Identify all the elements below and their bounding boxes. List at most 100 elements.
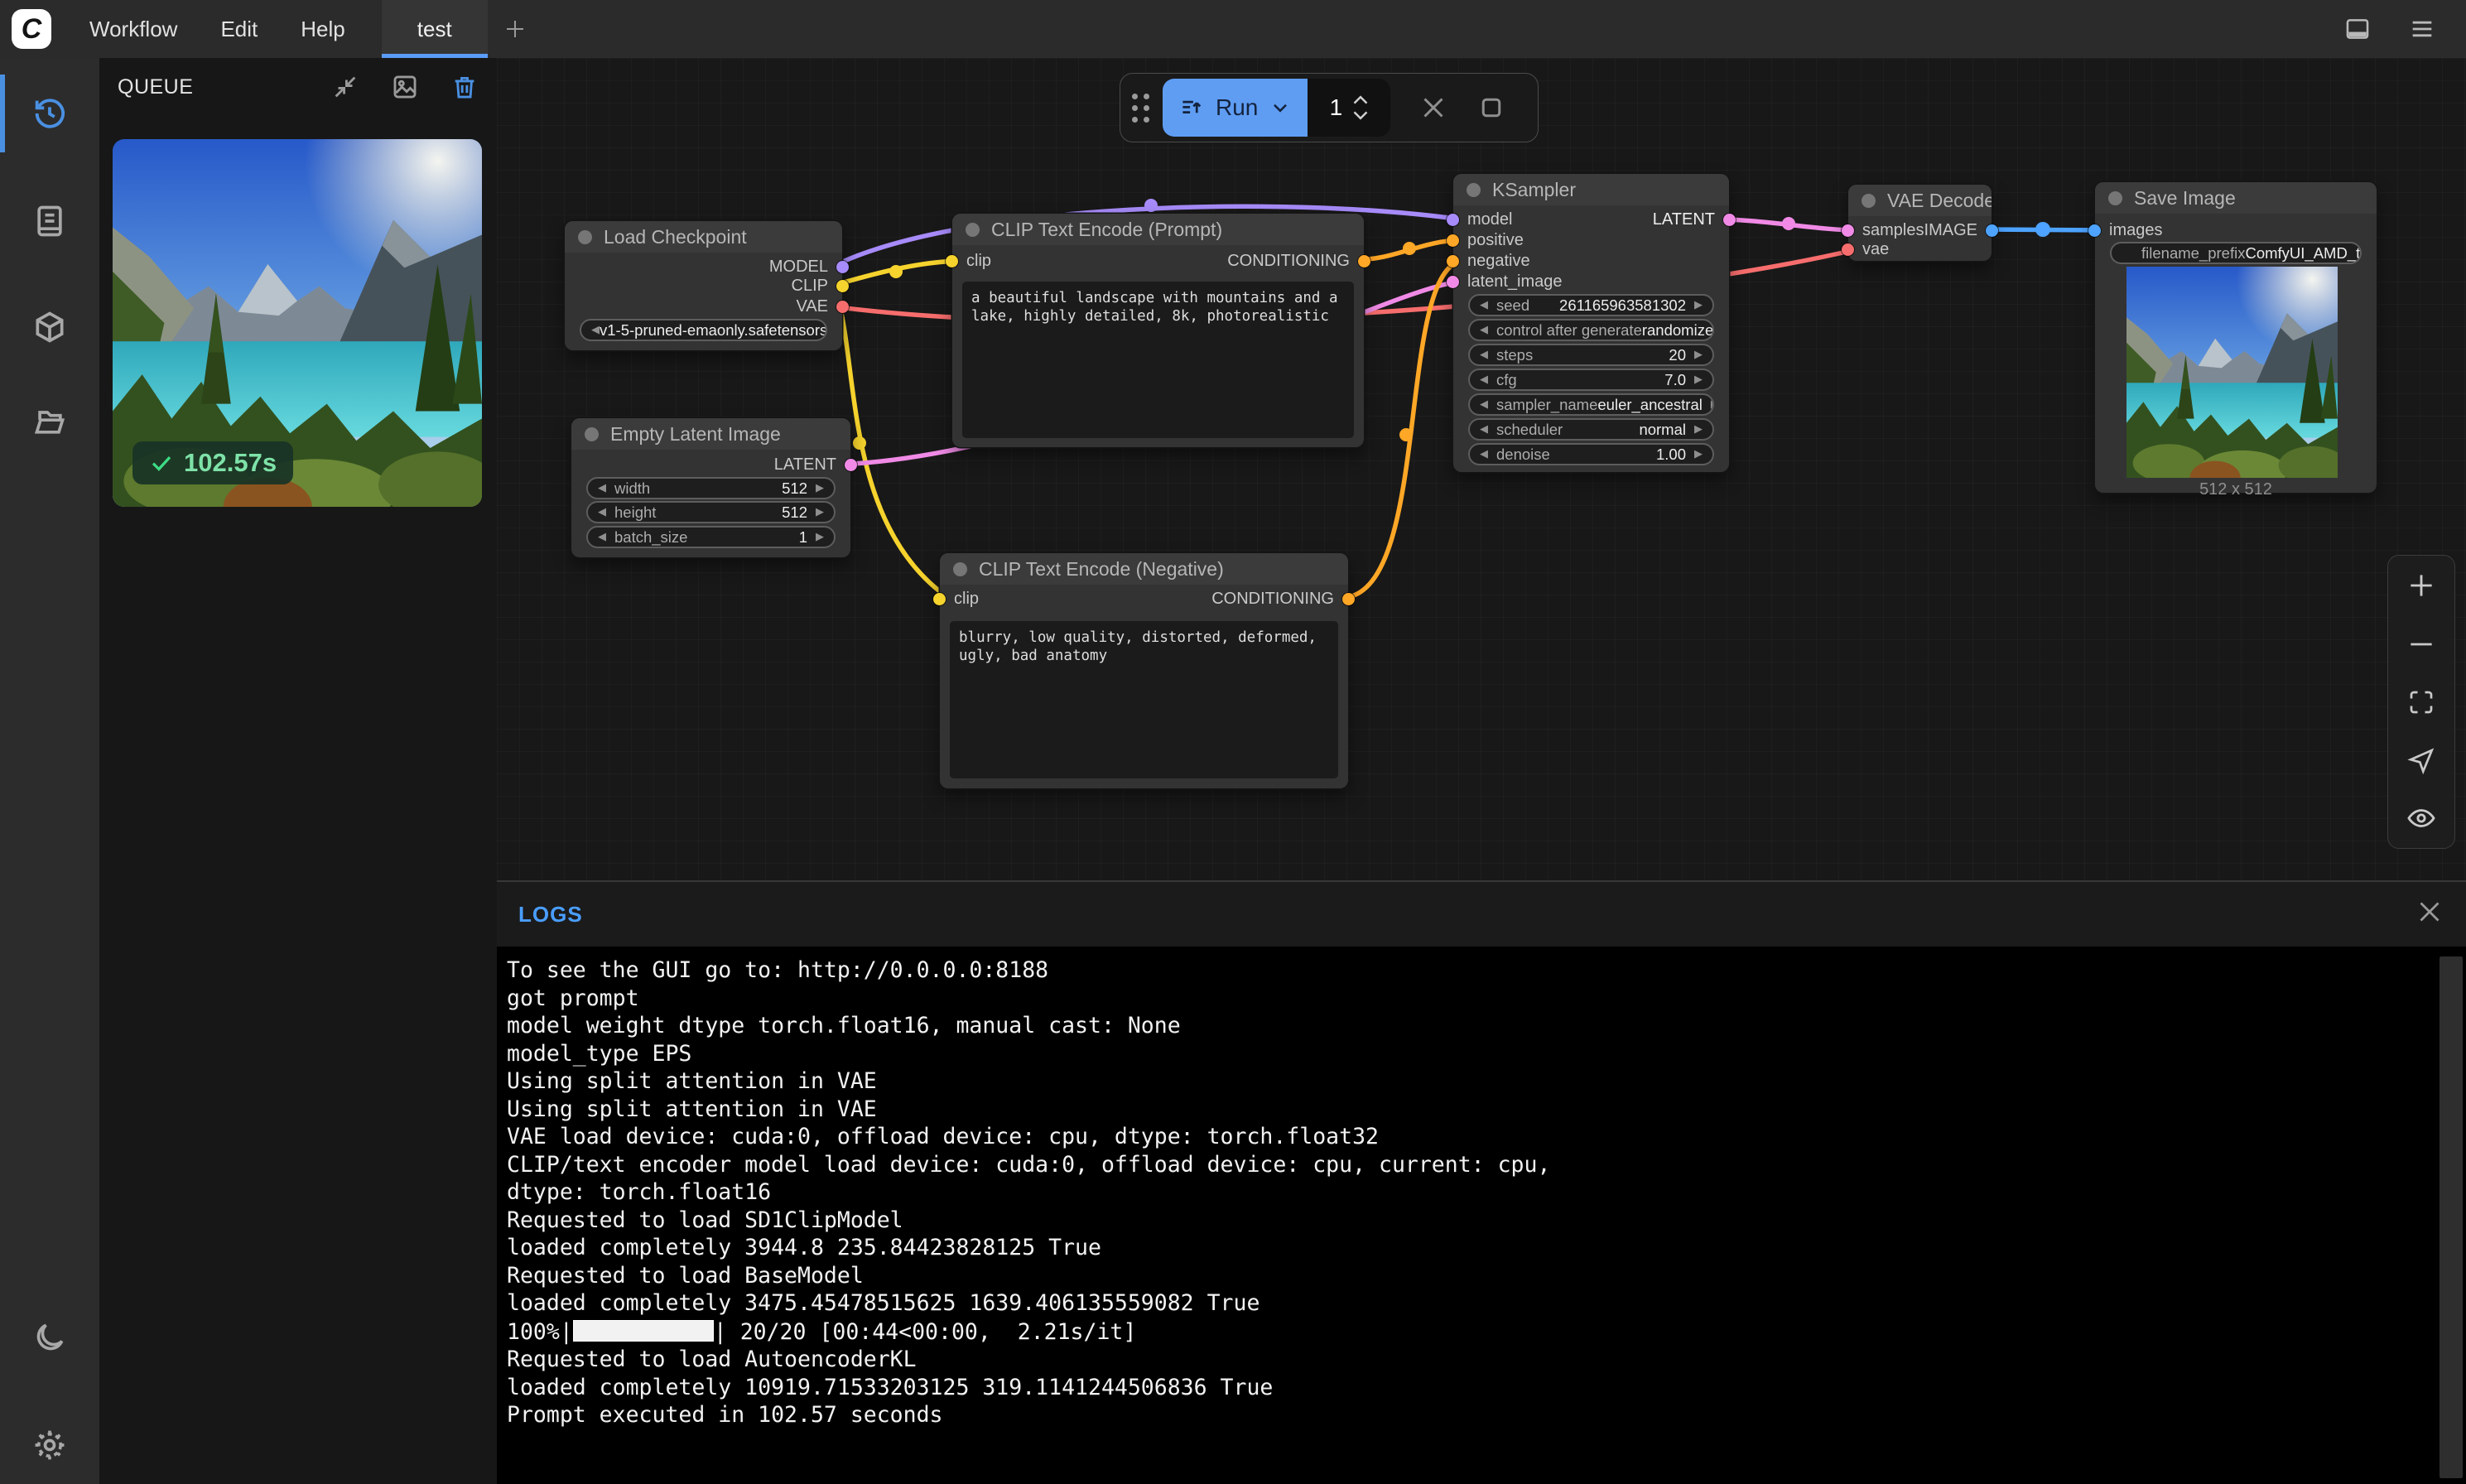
batch-count-input[interactable]: 1: [1308, 79, 1390, 137]
widget-ckpt-name[interactable]: ◀ v1-5-pruned-emaonly.safetensors ▶: [580, 319, 827, 341]
decrement-icon[interactable]: ◀: [598, 482, 606, 494]
output-port-latent[interactable]: LATENT: [774, 455, 857, 474]
clear-queue-button[interactable]: [450, 73, 479, 101]
widget-height[interactable]: ◀ height 512 ▶: [586, 501, 836, 523]
node-collapse-dot-icon[interactable]: [1862, 194, 1876, 208]
negative-prompt-textarea[interactable]: blurry, low quality, distorted, deformed…: [950, 621, 1338, 778]
input-port-positive[interactable]: positive: [1447, 231, 1524, 249]
increment-icon[interactable]: ▶: [1694, 448, 1703, 460]
node-header[interactable]: KSampler: [1453, 174, 1729, 205]
sidebar-item-workflows[interactable]: [0, 376, 99, 467]
main-menu-button[interactable]: [2408, 15, 2436, 43]
widget-scheduler[interactable]: ◀ scheduler normal ▶: [1468, 418, 1714, 441]
widget-seed[interactable]: ◀ seed 261165963581302 ▶: [1468, 294, 1714, 316]
port-dot[interactable]: [836, 301, 849, 313]
new-workflow-tab-button[interactable]: [488, 0, 542, 58]
stop-run-button[interactable]: [1476, 93, 1506, 123]
menu-workflow[interactable]: Workflow: [68, 0, 199, 58]
input-port-negative[interactable]: negative: [1447, 252, 1530, 270]
node-header[interactable]: Load Checkpoint: [565, 221, 842, 253]
close-logs-button[interactable]: [2415, 897, 2444, 927]
decrement-icon[interactable]: ◀: [1480, 373, 1488, 386]
menu-edit[interactable]: Edit: [199, 0, 279, 58]
output-port-conditioning[interactable]: CONDITIONING: [1227, 252, 1370, 270]
node-clip-text-encode-negative[interactable]: CLIP Text Encode (Negative) clip CONDITI…: [940, 553, 1348, 788]
node-header[interactable]: VAE Decode: [1848, 185, 1992, 216]
node-header[interactable]: CLIP Text Encode (Prompt): [952, 214, 1364, 245]
node-vae-decode[interactable]: VAE Decode samples vae IMAGE: [1848, 185, 1992, 261]
output-port-model[interactable]: MODEL: [769, 258, 849, 276]
increment-icon[interactable]: ▶: [816, 482, 824, 494]
increment-icon[interactable]: ▶: [1711, 398, 1714, 411]
toolbar-drag-handle[interactable]: [1132, 94, 1149, 123]
widget-denoise[interactable]: ◀ denoise 1.00 ▶: [1468, 443, 1714, 465]
prompt-textarea[interactable]: a beautiful landscape with mountains and…: [962, 282, 1354, 438]
node-header[interactable]: CLIP Text Encode (Negative): [940, 553, 1348, 585]
port-dot[interactable]: [1447, 234, 1459, 247]
increment-icon[interactable]: ▶: [1694, 299, 1703, 311]
menu-help[interactable]: Help: [279, 0, 366, 58]
port-dot[interactable]: [946, 255, 958, 267]
port-dot[interactable]: [1447, 255, 1459, 267]
theme-toggle-button[interactable]: [0, 1292, 99, 1383]
output-port-clip[interactable]: CLIP: [792, 277, 849, 295]
input-port-model[interactable]: model: [1447, 210, 1512, 229]
decrement-icon[interactable]: ◀: [1480, 299, 1488, 311]
node-collapse-dot-icon[interactable]: [2108, 191, 2122, 205]
stepper-up-icon[interactable]: [1352, 94, 1369, 105]
increment-icon[interactable]: ▶: [1694, 373, 1703, 386]
port-dot[interactable]: [1342, 593, 1355, 605]
port-dot[interactable]: [1358, 255, 1370, 267]
output-port-conditioning[interactable]: CONDITIONING: [1211, 590, 1355, 608]
zoom-out-button[interactable]: [2406, 629, 2437, 660]
node-collapse-dot-icon[interactable]: [585, 427, 599, 441]
input-port-clip[interactable]: clip: [933, 590, 979, 608]
stepper-down-icon[interactable]: [1352, 110, 1369, 121]
image-view-button[interactable]: [391, 73, 419, 101]
node-clip-text-encode-prompt[interactable]: CLIP Text Encode (Prompt) clip CONDITION…: [952, 214, 1364, 447]
sidebar-item-queue-history[interactable]: [0, 68, 99, 159]
node-load-checkpoint[interactable]: Load Checkpoint MODEL CLIP VAE ◀ v1-5-pr…: [565, 221, 842, 350]
output-port-latent[interactable]: LATENT: [1653, 210, 1736, 229]
port-dot[interactable]: [836, 280, 849, 292]
widget-filename-prefix[interactable]: filename_prefix ComfyUI_AMD_test: [2110, 242, 2362, 264]
input-port-samples[interactable]: samples: [1842, 221, 1924, 239]
output-port-vae[interactable]: VAE: [796, 297, 849, 316]
node-save-image[interactable]: Save Image images filename_prefix ComfyU…: [2095, 182, 2377, 493]
decrement-icon[interactable]: ◀: [598, 506, 606, 518]
port-dot[interactable]: [845, 459, 857, 471]
widget-control-after-generate[interactable]: ◀ control after generate randomize ▶: [1468, 319, 1714, 341]
toggle-bottom-panel-button[interactable]: [2343, 15, 2372, 43]
output-port-image[interactable]: IMAGE: [1924, 221, 1998, 239]
node-collapse-dot-icon[interactable]: [578, 230, 592, 244]
node-graph-canvas[interactable]: Load Checkpoint MODEL CLIP VAE ◀ v1-5-pr…: [497, 58, 2466, 880]
queue-result-thumbnail[interactable]: 102.57s: [113, 139, 482, 507]
node-empty-latent-image[interactable]: Empty Latent Image LATENT ◀ width 512 ▶ …: [571, 418, 850, 557]
collapse-panel-button[interactable]: [331, 73, 359, 101]
node-collapse-dot-icon[interactable]: [966, 223, 980, 237]
node-header[interactable]: Save Image: [2095, 182, 2377, 214]
widget-sampler-name[interactable]: ◀ sampler_name euler_ancestral ▶: [1468, 393, 1714, 416]
workflow-tab-test[interactable]: test: [382, 0, 488, 58]
port-dot[interactable]: [1842, 224, 1854, 237]
widget-width[interactable]: ◀ width 512 ▶: [586, 477, 836, 499]
widget-steps[interactable]: ◀ steps 20 ▶: [1468, 344, 1714, 366]
node-ksampler[interactable]: KSampler model positive negative latent_…: [1453, 174, 1729, 472]
widget-cfg[interactable]: ◀ cfg 7.0 ▶: [1468, 369, 1714, 391]
decrement-icon[interactable]: ◀: [598, 531, 606, 543]
sidebar-item-node-library[interactable]: [0, 176, 99, 267]
decrement-icon[interactable]: ◀: [1480, 448, 1488, 460]
port-dot[interactable]: [1447, 276, 1459, 288]
port-dot[interactable]: [1986, 224, 1998, 237]
port-dot[interactable]: [1447, 214, 1459, 226]
fit-view-button[interactable]: [2406, 687, 2436, 717]
decrement-icon[interactable]: ◀: [1480, 324, 1488, 336]
node-header[interactable]: Empty Latent Image: [571, 418, 850, 450]
input-port-clip[interactable]: clip: [946, 252, 991, 270]
input-port-images[interactable]: images: [2088, 221, 2162, 239]
increment-icon[interactable]: ▶: [816, 506, 824, 518]
decrement-icon[interactable]: ◀: [1480, 349, 1488, 361]
increment-icon[interactable]: ▶: [1694, 423, 1703, 436]
saved-image-preview[interactable]: [2126, 267, 2338, 478]
cancel-run-button[interactable]: [1418, 93, 1448, 123]
